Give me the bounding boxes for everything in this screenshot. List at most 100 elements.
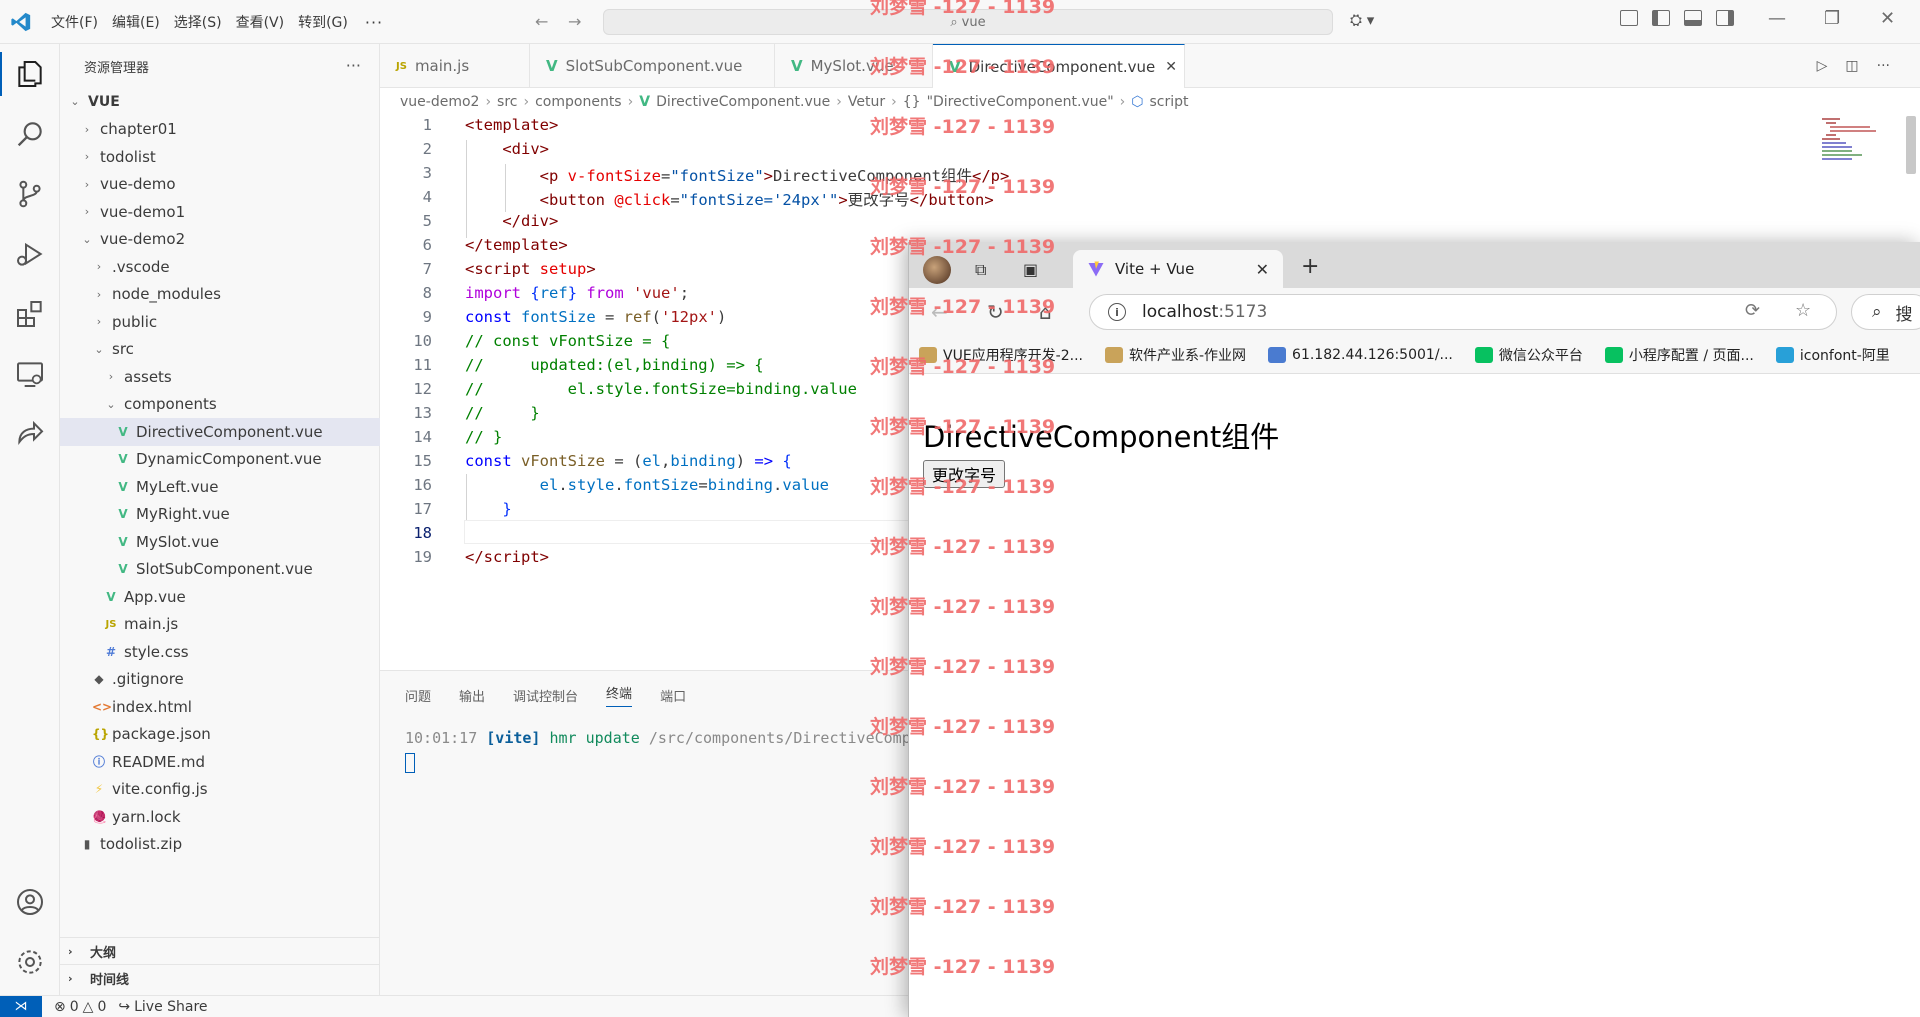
tree-file[interactable]: V MyLeft.vue [60,473,380,501]
explorer-icon[interactable] [0,52,46,96]
close-tab-icon[interactable]: ✕ [1256,260,1269,279]
tab-output[interactable]: 输出 [459,686,485,705]
tree-file[interactable]: ⓘ README.md [60,748,380,776]
tree-file[interactable]: <> index.html [60,693,380,721]
menu-go[interactable]: 转到(G) [291,12,355,32]
tree-file[interactable]: ◆ .gitignore [60,666,380,694]
timeline-section[interactable]: › 时间线 [60,964,380,991]
remote-explorer-icon[interactable] [14,358,46,390]
toggle-secondary-sidebar-icon[interactable] [1716,10,1734,26]
more-actions-icon[interactable]: ··· [1877,58,1890,74]
outline-section[interactable]: › 大纲 [60,937,380,964]
translate-icon[interactable]: ⟳ [1745,300,1760,321]
forward-arrow-icon[interactable]: → [568,12,581,31]
tab-directivecomponent[interactable]: V DirectiveComponent.vue ✕ [933,44,1185,88]
close-window-icon[interactable]: ✕ [1880,8,1895,29]
settings-gear-icon[interactable] [14,946,46,978]
minimize-icon[interactable]: — [1768,8,1786,29]
tab-terminal[interactable]: 终端 [606,683,633,707]
breadcrumb-item[interactable]: script [1150,94,1189,110]
restore-icon[interactable]: ❐ [1824,8,1840,29]
new-tab-icon[interactable]: + [1301,254,1319,279]
browser-search[interactable]: ⌕ 搜 [1851,294,1920,330]
minimap[interactable] [1820,116,1880,166]
live-share-icon[interactable] [14,418,46,450]
run-icon[interactable]: ▷ [1817,58,1828,74]
extensions-icon[interactable] [14,298,46,330]
url-input[interactable]: i localhost:5173 [1089,294,1837,330]
bookmark-item[interactable]: 61.182.44.126:5001/... [1268,346,1453,363]
breadcrumb-item[interactable]: vue-demo2 [400,94,479,110]
menu-selection[interactable]: 选择(S) [167,12,229,32]
breadcrumb-item[interactable]: src [497,94,517,110]
tree-file[interactable]: 🧶 yarn.lock [60,803,380,831]
customize-layout-icon[interactable] [1620,10,1638,26]
tree-file[interactable]: JS main.js [60,611,380,639]
vertical-tabs-icon[interactable]: ▣ [1023,260,1043,279]
browser-tab[interactable]: Vite + Vue ✕ [1073,250,1283,288]
menu-more[interactable]: ··· [355,13,393,32]
toggle-panel-icon[interactable] [1684,10,1702,26]
tree-folder[interactable]: › node_modules [60,281,380,309]
change-font-size-button[interactable]: 更改字号 [923,460,1006,488]
tree-file[interactable]: # style.css [60,638,380,666]
toggle-primary-sidebar-icon[interactable] [1652,10,1670,26]
menu-view[interactable]: 查看(V) [229,12,292,32]
breadcrumb-item[interactable]: Vetur [848,94,885,110]
tree-folder[interactable]: › vue-demo [60,171,380,199]
refresh-icon[interactable]: ↻ [987,300,1004,324]
tree-folder[interactable]: › public [60,308,380,336]
editor-scrollbar[interactable] [1906,116,1916,174]
tree-folder[interactable]: › chapter01 [60,116,380,144]
explorer-more-icon[interactable]: ··· [346,56,361,75]
tab-main-js[interactable]: JS main.js [380,44,530,88]
close-tab-icon[interactable]: ✕ [1165,59,1177,75]
command-center-search[interactable]: ⌕ vue [603,9,1333,35]
tree-file[interactable]: V App.vue [60,583,380,611]
workspaces-icon[interactable]: ⧉ [975,260,995,279]
workspace-root[interactable]: ⌄ VUE [60,88,380,116]
tab-ports[interactable]: 端口 [660,686,686,705]
bookmark-item[interactable]: 软件产业系-作业网 [1104,345,1246,365]
tree-file[interactable]: V DirectiveComponent.vue [60,418,380,446]
accounts-icon[interactable] [14,886,46,918]
tree-file[interactable]: V MySlot.vue [60,528,380,556]
search-icon[interactable] [14,118,46,150]
live-share-status[interactable]: ↪ Live Share [118,999,207,1015]
tree-folder[interactable]: ⌄ vue-demo2 [60,226,380,254]
tree-folder[interactable]: › assets [60,363,380,391]
tree-folder[interactable]: › vue-demo1 [60,198,380,226]
bookmark-item[interactable]: iconfont-阿里 [1775,345,1890,365]
tree-folder[interactable]: ⌄ src [60,336,380,364]
breadcrumb-item[interactable]: "DirectiveComponent.vue" [927,94,1114,110]
tree-file[interactable]: V MyRight.vue [60,501,380,529]
bookmark-item[interactable]: 小程序配置 / 页面... [1604,345,1754,365]
tree-folder[interactable]: › .vscode [60,253,380,281]
tree-folder[interactable]: › todolist [60,143,380,171]
favorite-star-icon[interactable]: ☆ [1795,300,1811,321]
split-editor-icon[interactable]: ◫ [1845,58,1858,74]
home-icon[interactable]: ⌂ [1039,300,1052,324]
breadcrumb-item[interactable]: DirectiveComponent.vue [656,94,830,110]
back-arrow-icon[interactable]: ← [535,12,548,31]
copilot-icon[interactable]: ⛭ ▾ [1350,11,1374,29]
tree-file[interactable]: V DynamicComponent.vue [60,446,380,474]
tree-file[interactable]: ▮ todolist.zip [60,831,380,859]
problems-status[interactable]: ⊗ 0 △ 0 [54,999,106,1015]
tab-problems[interactable]: 问题 [405,686,431,705]
tab-myslot[interactable]: V MySlot.vue [775,44,933,88]
breadcrumb-item[interactable]: components [535,94,622,110]
tree-folder[interactable]: ⌄ components [60,391,380,419]
run-debug-icon[interactable] [14,238,46,270]
profile-avatar[interactable] [923,256,951,284]
tree-file[interactable]: V SlotSubComponent.vue [60,556,380,584]
bookmark-item[interactable]: VUE应用程序开发-2... [919,345,1083,365]
menu-edit[interactable]: 编辑(E) [105,12,167,32]
back-arrow-icon[interactable]: ← [931,300,948,324]
bookmark-item[interactable]: 微信公众平台 [1474,345,1583,365]
source-control-icon[interactable] [14,178,46,210]
remote-indicator-icon[interactable]: ⋊ [0,995,42,1017]
terminal-output[interactable]: 10:01:17 [vite] hmr update /src/componen… [405,729,911,747]
tab-slotsubcomponent[interactable]: V SlotSubComponent.vue [530,44,775,88]
tree-file[interactable]: ⚡ vite.config.js [60,776,380,804]
